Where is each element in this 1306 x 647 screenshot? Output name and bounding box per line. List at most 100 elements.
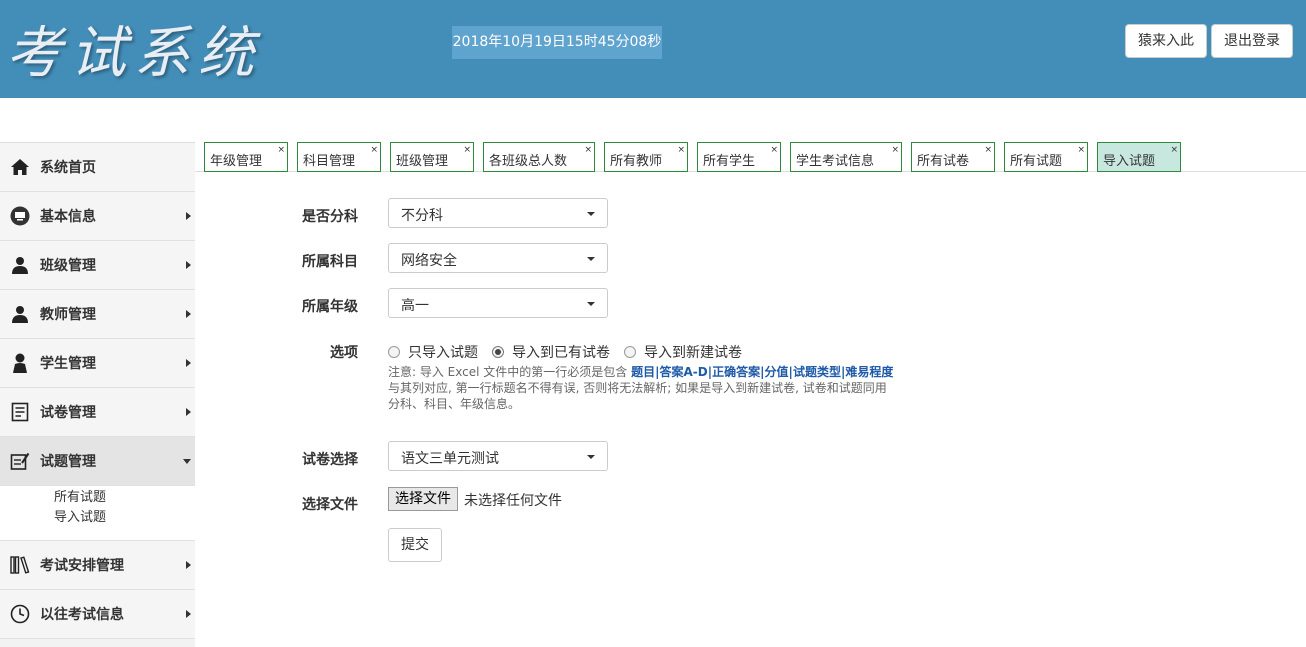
note-field: 题目 — [631, 365, 656, 379]
tab-label: 所有教师 — [610, 154, 663, 169]
subject-label: 所属科目 — [302, 254, 358, 270]
tab-label: 年级管理 — [210, 154, 263, 169]
chevron-right-icon — [186, 561, 191, 569]
tab-import-questions[interactable]: 导入试题 × — [1097, 142, 1181, 172]
sidebar-item-label: 试卷管理 — [40, 405, 96, 421]
note-prefix: 注意: 导入 Excel 文件中的第一行必须是包含 — [388, 365, 632, 379]
home-icon — [10, 157, 30, 177]
close-icon[interactable]: × — [984, 145, 992, 155]
chevron-right-icon — [186, 261, 191, 269]
chevron-right-icon — [186, 212, 191, 220]
close-icon[interactable]: × — [677, 145, 685, 155]
tab-class-management[interactable]: 班级管理 × — [390, 142, 474, 172]
tab-label: 各班级总人数 — [489, 154, 568, 169]
sidebar-item-label: 班级管理 — [40, 258, 96, 274]
sidebar-item-class-management[interactable]: 班级管理 — [0, 241, 195, 290]
current-datetime: 2018年10月19日15时45分08秒 — [452, 26, 662, 59]
division-label: 是否分科 — [302, 209, 358, 225]
tab-label: 班级管理 — [396, 154, 449, 169]
submenu-all-questions[interactable]: 所有试题 — [54, 488, 195, 508]
note-suffix: 与其列对应, 第一行标题名不得有误, 否则将无法解析; 如果是导入到新建试卷, … — [388, 381, 887, 411]
tab-all-questions[interactable]: 所有试题 × — [1004, 142, 1088, 172]
close-icon[interactable]: × — [770, 145, 778, 155]
import-options: 只导入试题 导入到已有试卷 导入到新建试卷 — [388, 342, 756, 362]
submit-button[interactable]: 提交 — [388, 528, 442, 562]
tab-label: 所有试卷 — [917, 154, 970, 169]
option-import-existing-paper[interactable]: 导入到已有试卷 — [492, 342, 610, 362]
tab-bar: 年级管理 × 科目管理 × 班级管理 × 各班级总人数 × 所有教师 × 所有学… — [195, 142, 1306, 172]
tab-subject-management[interactable]: 科目管理 × — [297, 142, 381, 172]
file-label: 选择文件 — [302, 497, 358, 513]
paper-select[interactable]: 语文三单元测试 — [388, 441, 608, 471]
note-field: 正确答案 — [712, 365, 761, 379]
radio-icon — [624, 346, 636, 358]
top-header: 考试系统 2018年10月19日15时45分08秒 猿来入此 退出登录 — [0, 0, 1306, 98]
books-icon — [10, 555, 30, 575]
tab-student-exam-info[interactable]: 学生考试信息 × — [790, 142, 902, 172]
option-label: 导入到已有试卷 — [512, 345, 610, 361]
tab-label: 学生考试信息 — [796, 154, 875, 169]
close-icon[interactable]: × — [584, 145, 592, 155]
caret-down-icon — [587, 212, 595, 216]
app-logo: 考试系统 — [6, 21, 262, 86]
sidebar-item-home[interactable]: 系统首页 — [0, 143, 195, 192]
enter-button[interactable]: 猿来入此 — [1125, 24, 1207, 58]
close-icon[interactable]: × — [370, 145, 378, 155]
sidebar-item-label: 教师管理 — [40, 307, 96, 323]
chevron-right-icon — [186, 310, 191, 318]
caret-down-icon — [587, 257, 595, 261]
choose-file-button[interactable]: 选择文件 — [388, 487, 458, 511]
paper-label: 试卷选择 — [302, 452, 358, 468]
sidebar: 系统首页 基本信息 班级管理 教师管理 学生管理 试卷管理 试题管理 所有试题 … — [0, 142, 195, 647]
division-select[interactable]: 不分科 — [388, 198, 608, 228]
chevron-down-icon — [183, 459, 191, 464]
chevron-right-icon — [186, 408, 191, 416]
note-field: 答案A-D — [659, 365, 708, 379]
close-icon[interactable]: × — [891, 145, 899, 155]
sidebar-item-label: 以往考试信息 — [40, 607, 124, 623]
subject-value: 网络安全 — [401, 253, 457, 269]
logout-button[interactable]: 退出登录 — [1211, 24, 1293, 58]
monitor-icon — [10, 206, 30, 226]
tab-class-totals[interactable]: 各班级总人数 × — [483, 142, 595, 172]
grade-select[interactable]: 高一 — [388, 288, 608, 318]
close-icon[interactable]: × — [463, 145, 471, 155]
option-label: 导入到新建试卷 — [644, 345, 742, 361]
tab-label: 导入试题 — [1103, 154, 1156, 169]
sidebar-item-student-management[interactable]: 学生管理 — [0, 339, 195, 388]
division-value: 不分科 — [401, 208, 443, 224]
file-status: 未选择任何文件 — [464, 493, 562, 509]
close-icon[interactable]: × — [277, 145, 285, 155]
close-icon[interactable]: × — [1170, 145, 1178, 155]
sidebar-item-past-exams[interactable]: 以往考试信息 — [0, 590, 195, 639]
tab-label: 科目管理 — [303, 154, 356, 169]
tab-grade-management[interactable]: 年级管理 × — [204, 142, 288, 172]
tab-all-students[interactable]: 所有学生 × — [697, 142, 781, 172]
radio-icon — [388, 346, 400, 358]
tab-all-papers[interactable]: 所有试卷 × — [911, 142, 995, 172]
sidebar-item-label: 考试安排管理 — [40, 558, 124, 574]
subject-select[interactable]: 网络安全 — [388, 243, 608, 273]
sidebar-item-label: 试题管理 — [40, 454, 96, 470]
sidebar-item-exam-schedule[interactable]: 考试安排管理 — [0, 541, 195, 590]
radio-checked-icon — [492, 346, 504, 358]
sidebar-item-paper-management[interactable]: 试卷管理 — [0, 388, 195, 437]
tab-label: 所有试题 — [1010, 154, 1063, 169]
paper-value: 语文三单元测试 — [401, 451, 499, 467]
submenu-import-questions[interactable]: 导入试题 — [54, 508, 195, 528]
grade-value: 高一 — [401, 298, 429, 314]
import-note: 注意: 导入 Excel 文件中的第一行必须是包含 题目|答案A-D|正确答案|… — [388, 364, 898, 412]
clock-icon — [10, 604, 30, 624]
option-import-new-paper[interactable]: 导入到新建试卷 — [624, 342, 742, 362]
sidebar-item-basic-info[interactable]: 基本信息 — [0, 192, 195, 241]
caret-down-icon — [587, 302, 595, 306]
note-field: 难易程度 — [845, 365, 894, 379]
tab-all-teachers[interactable]: 所有教师 × — [604, 142, 688, 172]
question-submenu: 所有试题 导入试题 — [0, 486, 195, 541]
sidebar-item-question-management[interactable]: 试题管理 — [0, 437, 195, 486]
chevron-right-icon — [186, 359, 191, 367]
option-import-only[interactable]: 只导入试题 — [388, 342, 478, 362]
close-icon[interactable]: × — [1077, 145, 1085, 155]
sidebar-item-teacher-management[interactable]: 教师管理 — [0, 290, 195, 339]
edit-icon — [10, 451, 30, 471]
